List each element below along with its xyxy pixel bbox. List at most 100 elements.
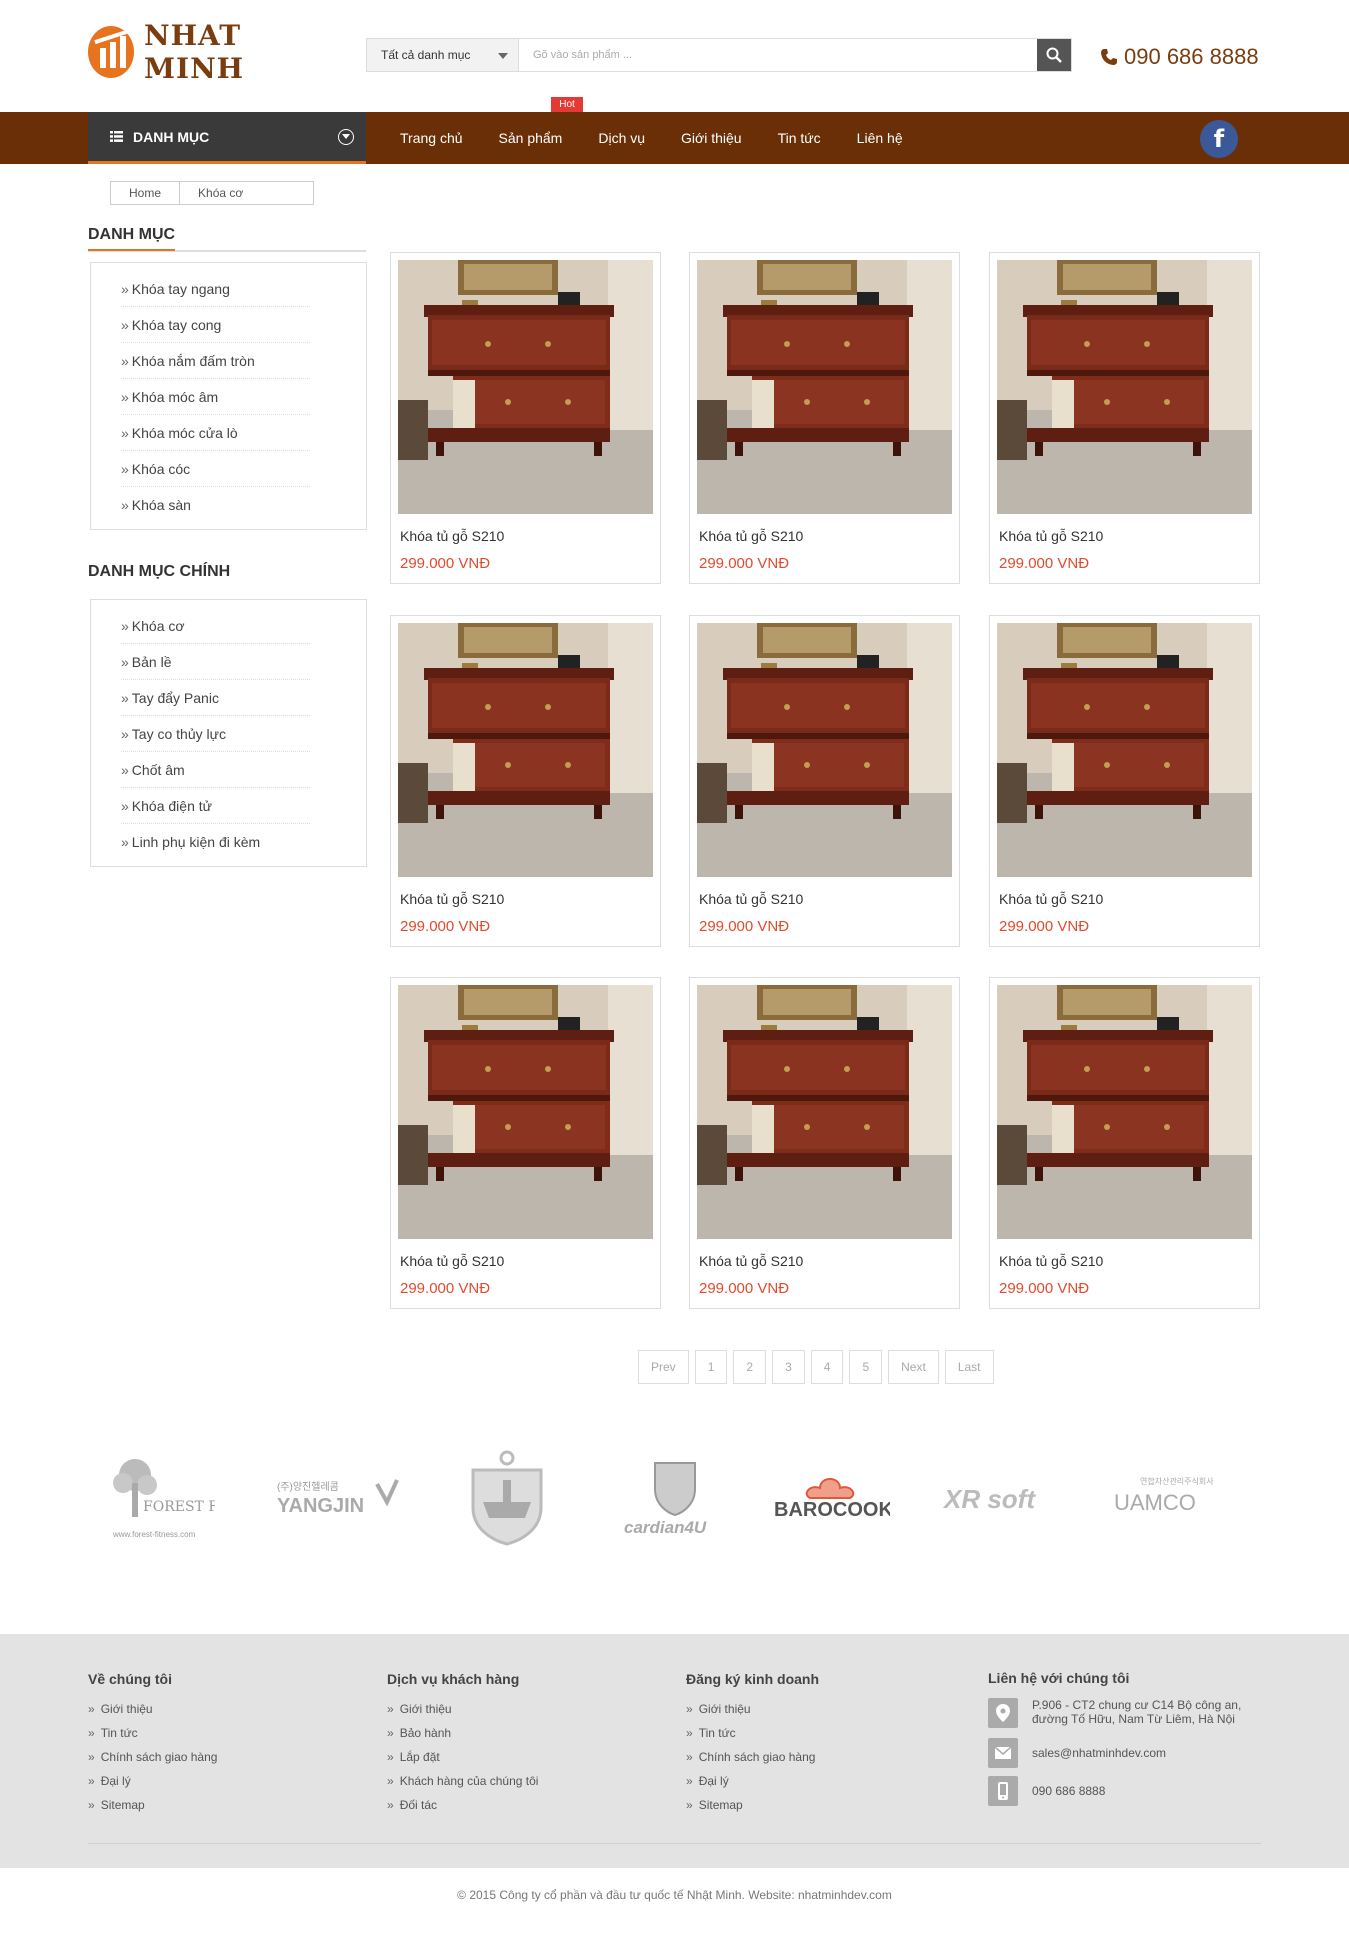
partner-logo-xrsoft[interactable]: XR soft xyxy=(940,1448,1050,1548)
footer-phone[interactable]: 090 686 8888 xyxy=(988,1776,1268,1806)
partner-name: FOREST FITNESS xyxy=(143,1499,215,1515)
product-image[interactable] xyxy=(697,985,952,1239)
product-card[interactable]: Khóa tủ gỗ S210 299.000 VNĐ xyxy=(390,615,661,947)
sidebar-item[interactable]: Khóa sàn xyxy=(121,487,310,523)
footer-link[interactable]: Đối tác xyxy=(387,1798,647,1813)
product-card[interactable]: Khóa tủ gỗ S210 299.000 VNĐ xyxy=(989,615,1260,947)
sidebar-item[interactable]: Khóa cơ xyxy=(121,608,310,644)
product-name[interactable]: Khóa tủ gỗ S210 xyxy=(699,528,803,544)
pagination-page[interactable]: 3 xyxy=(772,1350,805,1384)
product-image[interactable] xyxy=(697,623,952,877)
sidebar-item[interactable]: Khóa nắm đấm tròn xyxy=(121,343,310,379)
logo[interactable]: NHAT MINH xyxy=(88,19,328,85)
product-name[interactable]: Khóa tủ gỗ S210 xyxy=(400,1253,504,1269)
footer-link[interactable]: Đại lý xyxy=(88,1774,348,1789)
product-card[interactable]: Khóa tủ gỗ S210 299.000 VNĐ xyxy=(689,615,960,947)
footer-divider xyxy=(88,1843,1261,1844)
category-menu-button[interactable]: DANH MỤC xyxy=(88,112,366,164)
header-phone[interactable]: 090 686 8888 xyxy=(1100,42,1260,72)
product-card[interactable]: Khóa tủ gỗ S210 299.000 VNĐ xyxy=(390,252,661,584)
footer-link[interactable]: Giới thiệu xyxy=(686,1702,946,1717)
product-image[interactable] xyxy=(997,985,1252,1239)
sidebar-title-categories: DANH MỤC xyxy=(88,226,366,252)
partner-uamco-graphic: 연합자산관리주식회사 UAMCO xyxy=(1114,1476,1214,1515)
map-pin-icon xyxy=(988,1698,1018,1728)
footer-email[interactable]: sales@nhatminhdev.com xyxy=(988,1738,1268,1768)
nav-item-services[interactable]: Dịch vụ xyxy=(598,130,645,146)
partner-logo-forest-fitness[interactable]: FOREST FITNESS www.forest-fitness.com xyxy=(100,1448,220,1548)
product-name[interactable]: Khóa tủ gỗ S210 xyxy=(400,528,504,544)
product-image[interactable] xyxy=(398,623,653,877)
nav-item-news[interactable]: Tin tức xyxy=(778,130,821,146)
pagination-next[interactable]: Next xyxy=(888,1350,939,1384)
product-image[interactable] xyxy=(398,985,653,1239)
product-name[interactable]: Khóa tủ gỗ S210 xyxy=(999,891,1103,907)
partner-logo-cardian4u[interactable]: cardian4U xyxy=(620,1448,730,1548)
product-card[interactable]: Khóa tủ gỗ S210 299.000 VNĐ xyxy=(989,252,1260,584)
sidebar-item[interactable]: Khóa móc âm xyxy=(121,379,310,415)
sidebar-item[interactable]: Khóa móc cửa lò xyxy=(121,415,310,451)
footer-link[interactable]: Sitemap xyxy=(686,1798,946,1813)
product-name[interactable]: Khóa tủ gỗ S210 xyxy=(999,528,1103,544)
footer-link[interactable]: Tin tức xyxy=(686,1726,946,1741)
facebook-icon[interactable]: f xyxy=(1200,120,1238,158)
search-input[interactable] xyxy=(519,39,1037,71)
nav-item-home[interactable]: Trang chủ xyxy=(400,130,463,146)
sidebar-item[interactable]: Tay co thủy lực xyxy=(121,716,310,752)
nav-item-contact[interactable]: Liên hệ xyxy=(857,130,903,146)
breadcrumb-home[interactable]: Home xyxy=(110,181,181,205)
footer-link[interactable]: Lắp đặt xyxy=(387,1750,647,1765)
footer-link[interactable]: Giới thiệu xyxy=(88,1702,348,1717)
search-button[interactable] xyxy=(1037,39,1071,71)
sidebar-item[interactable]: Khóa tay ngang xyxy=(121,271,310,307)
sidebar-item[interactable]: Linh phụ kiện đi kèm xyxy=(121,824,310,860)
pagination-prev[interactable]: Prev xyxy=(638,1350,689,1384)
sidebar-item[interactable]: Khóa tay cong xyxy=(121,307,310,343)
pagination-last[interactable]: Last xyxy=(944,1350,994,1384)
partner-logo-yangjin[interactable]: (주)양진헬레콤 YANGJIN xyxy=(272,1448,402,1548)
footer-link[interactable]: Khách hàng của chúng tôi xyxy=(387,1774,647,1789)
partner-logo-emblem[interactable] xyxy=(462,1448,552,1548)
copyright: © 2015 Công ty cổ phần và đầu tư quốc tế… xyxy=(457,1888,892,1902)
sidebar-item[interactable]: Tay đẩy Panic xyxy=(121,680,310,716)
pagination: Prev 1 2 3 4 5 Next Last xyxy=(638,1350,1000,1384)
footer-email-text[interactable]: sales@nhatminhdev.com xyxy=(1032,1738,1166,1760)
pagination-page[interactable]: 4 xyxy=(810,1350,844,1384)
product-name[interactable]: Khóa tủ gỗ S210 xyxy=(699,1253,803,1269)
sidebar-item[interactable]: Chốt âm xyxy=(121,752,310,788)
product-image[interactable] xyxy=(997,623,1252,877)
search-category-select[interactable]: Tất cả danh mục xyxy=(367,39,519,71)
product-image[interactable] xyxy=(398,260,653,514)
pagination-page[interactable]: 5 xyxy=(849,1350,883,1384)
product-image[interactable] xyxy=(697,260,952,514)
sidebar-item[interactable]: Khóa điện tử xyxy=(121,788,310,824)
product-card[interactable]: Khóa tủ gỗ S210 299.000 VNĐ xyxy=(390,977,661,1309)
nav-item-products[interactable]: Sản phẩm xyxy=(499,130,563,146)
product-card[interactable]: Khóa tủ gỗ S210 299.000 VNĐ xyxy=(689,252,960,584)
search-icon xyxy=(1046,47,1062,63)
pagination-page[interactable]: 1 xyxy=(694,1350,728,1384)
category-menu-label: DANH MỤC xyxy=(133,128,210,145)
sidebar-item[interactable]: Bản lề xyxy=(121,644,310,680)
footer-link[interactable]: Tin tức xyxy=(88,1726,348,1741)
product-price: 299.000 VNĐ xyxy=(699,555,790,572)
logo-text: NHAT MINH xyxy=(144,19,245,85)
footer-link[interactable]: Đại lý xyxy=(686,1774,946,1789)
footer-link[interactable]: Sitemap xyxy=(88,1798,348,1813)
footer-link[interactable]: Chính sách giao hàng xyxy=(686,1750,946,1765)
product-image[interactable] xyxy=(997,260,1252,514)
pagination-page[interactable]: 2 xyxy=(733,1350,767,1384)
partner-logo-barocook[interactable]: BAROCOOK xyxy=(770,1448,890,1548)
footer-link[interactable]: Giới thiệu xyxy=(387,1702,647,1717)
partner-logo-uamco[interactable]: 연합자산관리주식회사 UAMCO xyxy=(1110,1448,1240,1548)
sidebar-item[interactable]: Khóa cóc xyxy=(121,451,310,487)
nav-item-about[interactable]: Giới thiệu xyxy=(681,130,742,146)
product-name[interactable]: Khóa tủ gỗ S210 xyxy=(400,891,504,907)
footer-link[interactable]: Chính sách giao hàng xyxy=(88,1750,348,1765)
footer-link[interactable]: Bảo hành xyxy=(387,1726,647,1741)
footer-phone-text[interactable]: 090 686 8888 xyxy=(1032,1776,1105,1798)
product-card[interactable]: Khóa tủ gỗ S210 299.000 VNĐ xyxy=(989,977,1260,1309)
product-name[interactable]: Khóa tủ gỗ S210 xyxy=(999,1253,1103,1269)
product-card[interactable]: Khóa tủ gỗ S210 299.000 VNĐ xyxy=(689,977,960,1309)
product-name[interactable]: Khóa tủ gỗ S210 xyxy=(699,891,803,907)
